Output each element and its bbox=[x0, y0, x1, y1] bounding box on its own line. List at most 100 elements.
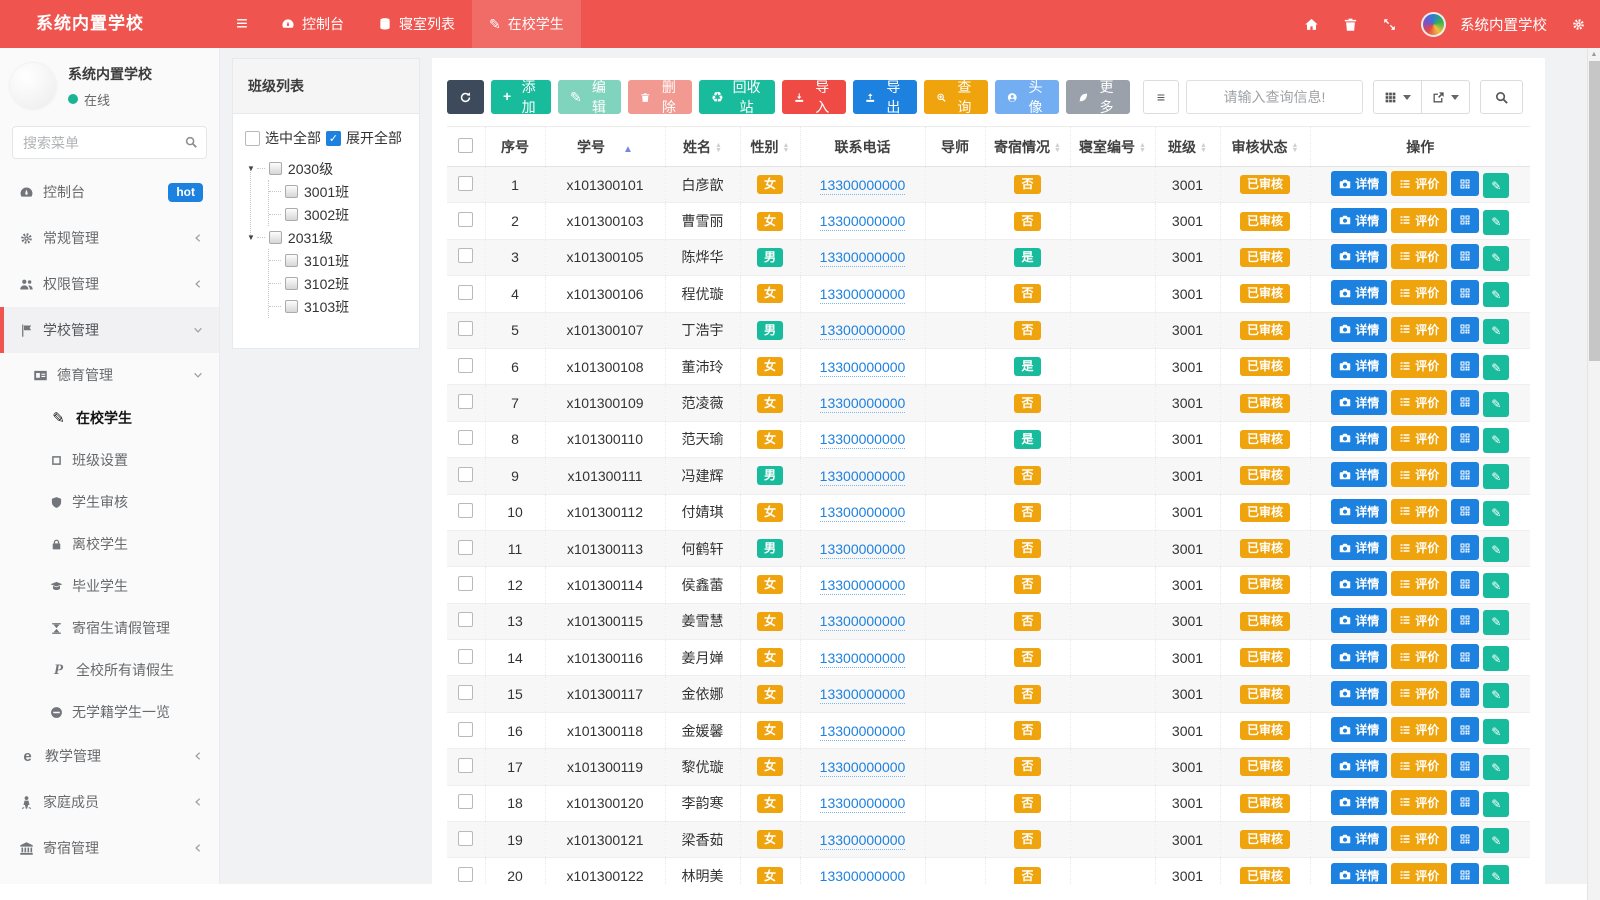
tree-node[interactable]: 3002班 bbox=[269, 203, 409, 226]
detail-button[interactable]: 详情 bbox=[1331, 207, 1388, 233]
sidebar-item[interactable]: 学校管理 bbox=[0, 307, 219, 353]
export-dropdown-button[interactable] bbox=[1421, 80, 1470, 114]
toolbar-edit-button[interactable]: ✎ 编辑 bbox=[558, 79, 622, 115]
row-checkbox[interactable] bbox=[458, 794, 474, 810]
evaluate-button[interactable]: 评价 bbox=[1391, 425, 1448, 451]
navbar-tab[interactable]: ✎ 在校学生 bbox=[472, 0, 581, 48]
sidebar-item[interactable]: 常规管理 bbox=[0, 215, 219, 261]
navbar-tab[interactable]: 控制台 bbox=[264, 0, 361, 48]
sidebar-item[interactable]: 无学籍学生一览 bbox=[0, 691, 219, 733]
sidebar-item[interactable]: 德育管理 bbox=[0, 353, 219, 397]
edit-row-button[interactable]: ✎ bbox=[1483, 173, 1510, 199]
toolbar-recycle-button[interactable]: ♻ 回收站 bbox=[699, 79, 775, 115]
edit-row-button[interactable]: ✎ bbox=[1483, 209, 1510, 235]
row-checkbox[interactable] bbox=[458, 430, 474, 446]
sort-icons[interactable]: ▲ ▼ bbox=[1200, 142, 1207, 154]
sidebar-item[interactable]: 权限管理 bbox=[0, 261, 219, 307]
detail-button[interactable]: 详情 bbox=[1331, 607, 1388, 633]
sidebar-item[interactable]: 评价管理 bbox=[0, 871, 219, 884]
sort-asc-icon[interactable]: ▲ bbox=[623, 144, 633, 155]
detail-button[interactable]: 详情 bbox=[1331, 789, 1388, 815]
sort-icons[interactable]: ▲ ▼ bbox=[1054, 142, 1061, 154]
phone-link[interactable]: 13300000000 bbox=[819, 213, 906, 232]
sidebar-toggle-button[interactable]: ≡ bbox=[220, 0, 264, 48]
detail-button[interactable]: 详情 bbox=[1331, 243, 1388, 269]
row-checkbox[interactable] bbox=[458, 284, 474, 300]
qrcode-button[interactable] bbox=[1451, 753, 1480, 779]
row-checkbox[interactable] bbox=[458, 503, 474, 519]
phone-link[interactable]: 13300000000 bbox=[819, 868, 906, 884]
evaluate-button[interactable]: 评价 bbox=[1391, 171, 1448, 197]
tree-checkbox[interactable] bbox=[285, 185, 298, 198]
detail-button[interactable]: 详情 bbox=[1331, 535, 1388, 561]
phone-link[interactable]: 13300000000 bbox=[819, 395, 906, 414]
evaluate-button[interactable]: 评价 bbox=[1391, 353, 1448, 379]
edit-row-button[interactable]: ✎ bbox=[1483, 427, 1510, 453]
phone-link[interactable]: 13300000000 bbox=[819, 576, 906, 595]
phone-link[interactable]: 13300000000 bbox=[819, 795, 906, 814]
evaluate-button[interactable]: 评价 bbox=[1391, 498, 1448, 524]
menu-search-input[interactable] bbox=[12, 126, 207, 159]
qrcode-button[interactable] bbox=[1451, 644, 1480, 670]
tree-node[interactable]: 3101班 bbox=[269, 249, 409, 272]
user-name[interactable]: 系统内置学校 bbox=[1460, 14, 1547, 35]
qrcode-button[interactable] bbox=[1451, 243, 1480, 269]
phone-link[interactable]: 13300000000 bbox=[819, 176, 906, 195]
user-avatar[interactable] bbox=[1421, 11, 1446, 37]
evaluate-button[interactable]: 评价 bbox=[1391, 535, 1448, 561]
evaluate-button[interactable]: 评价 bbox=[1391, 862, 1448, 884]
row-checkbox[interactable] bbox=[458, 612, 474, 628]
phone-link[interactable]: 13300000000 bbox=[819, 758, 906, 777]
table-header-cell[interactable]: 姓名 ▲ ▼ bbox=[665, 126, 741, 167]
toolbar-more-button[interactable]: 更多 bbox=[1065, 79, 1130, 115]
qrcode-button[interactable] bbox=[1451, 826, 1480, 852]
phone-link[interactable]: 13300000000 bbox=[819, 358, 906, 377]
detail-button[interactable]: 详情 bbox=[1331, 862, 1388, 884]
check-all-checkbox[interactable] bbox=[245, 130, 260, 146]
detail-button[interactable]: 详情 bbox=[1331, 280, 1388, 306]
detail-button[interactable]: 详情 bbox=[1331, 498, 1388, 524]
detail-button[interactable]: 详情 bbox=[1331, 753, 1388, 779]
phone-link[interactable]: 13300000000 bbox=[819, 322, 906, 341]
edit-row-button[interactable]: ✎ bbox=[1483, 755, 1510, 781]
clear-cache-button[interactable] bbox=[1343, 17, 1358, 32]
tree-node[interactable]: 3103班 bbox=[269, 295, 409, 318]
evaluate-button[interactable]: 评价 bbox=[1391, 316, 1448, 342]
edit-row-button[interactable]: ✎ bbox=[1483, 682, 1510, 708]
sidebar-item[interactable]: P 全校所有请假生 bbox=[0, 649, 219, 691]
qrcode-button[interactable] bbox=[1451, 425, 1480, 451]
edit-row-button[interactable]: ✎ bbox=[1483, 500, 1510, 526]
row-checkbox[interactable] bbox=[458, 575, 474, 591]
detail-button[interactable]: 详情 bbox=[1331, 644, 1388, 670]
sort-icons[interactable]: ▲ ▼ bbox=[715, 142, 722, 154]
toolbar-query-button[interactable]: 查询 bbox=[923, 79, 988, 115]
row-checkbox[interactable] bbox=[458, 757, 474, 773]
phone-link[interactable]: 13300000000 bbox=[819, 285, 906, 304]
sort-icons[interactable]: ▲ ▼ bbox=[1139, 142, 1146, 154]
edit-row-button[interactable]: ✎ bbox=[1483, 791, 1510, 817]
toolbar-menu-button[interactable]: ≡ bbox=[1142, 80, 1179, 114]
row-checkbox[interactable] bbox=[458, 357, 474, 373]
evaluate-button[interactable]: 评价 bbox=[1391, 207, 1448, 233]
qrcode-button[interactable] bbox=[1451, 789, 1480, 815]
edit-row-button[interactable]: ✎ bbox=[1483, 355, 1510, 381]
phone-link[interactable]: 13300000000 bbox=[819, 504, 906, 523]
tree-expand-icon[interactable]: ▼ bbox=[247, 164, 255, 173]
phone-link[interactable]: 13300000000 bbox=[819, 467, 906, 486]
toolbar-add-button[interactable]: + 添加 bbox=[491, 79, 552, 115]
tree-node[interactable]: ▼ 2030级 bbox=[247, 157, 409, 180]
detail-button[interactable]: 详情 bbox=[1331, 826, 1388, 852]
phone-link[interactable]: 13300000000 bbox=[819, 613, 906, 632]
scroll-up-icon[interactable]: ▲ bbox=[1588, 51, 1600, 58]
edit-row-button[interactable]: ✎ bbox=[1483, 537, 1510, 563]
profile-avatar[interactable] bbox=[10, 63, 56, 109]
table-header-cell[interactable]: 寝室编号 ▲ ▼ bbox=[1070, 126, 1156, 167]
columns-dropdown-button[interactable] bbox=[1373, 80, 1422, 114]
phone-link[interactable]: 13300000000 bbox=[819, 649, 906, 668]
tree-node[interactable]: 3102班 bbox=[269, 272, 409, 295]
evaluate-button[interactable]: 评价 bbox=[1391, 826, 1448, 852]
row-checkbox[interactable] bbox=[458, 685, 474, 701]
edit-row-button[interactable]: ✎ bbox=[1483, 245, 1510, 271]
sidebar-item[interactable]: 离校学生 bbox=[0, 523, 219, 565]
row-checkbox[interactable] bbox=[458, 175, 474, 191]
